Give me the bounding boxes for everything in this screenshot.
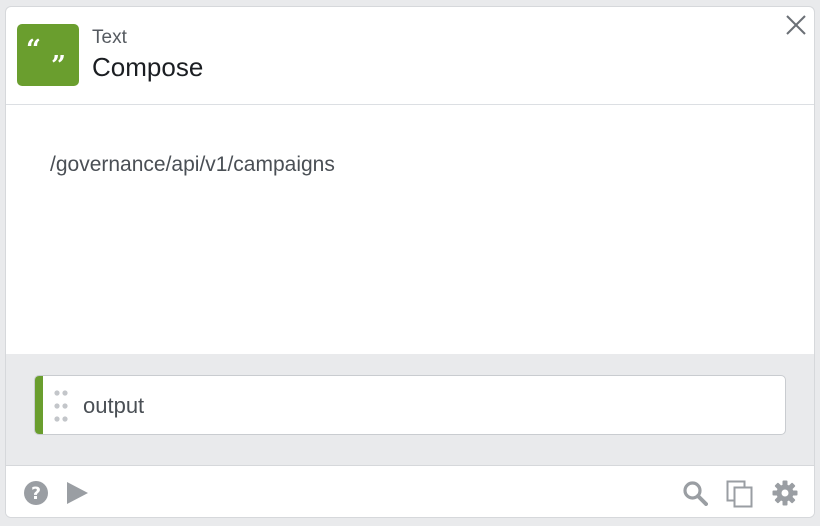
compose-card: “ ” Text Compose /governance/api/v1/camp… — [5, 6, 815, 518]
output-token[interactable]: output — [34, 375, 786, 435]
quote-marks-icon: “ ” — [17, 24, 79, 86]
step-title: Compose — [92, 52, 204, 82]
search-icon[interactable] — [682, 480, 708, 506]
output-label: output — [83, 393, 145, 418]
close-icon[interactable] — [784, 13, 808, 37]
svg-text:”: ” — [51, 51, 66, 81]
card-footer: ? — [6, 466, 814, 517]
gear-icon[interactable] — [772, 480, 798, 506]
output-accent-bar — [35, 376, 43, 434]
card-header: “ ” Text Compose — [6, 7, 814, 105]
help-icon[interactable]: ? — [23, 480, 49, 506]
svg-text:?: ? — [31, 484, 41, 504]
copy-icon[interactable] — [726, 480, 753, 508]
svg-text:“: “ — [26, 35, 41, 65]
compose-text: /governance/api/v1/campaigns — [50, 153, 335, 176]
compose-body: /governance/api/v1/campaigns — [6, 105, 814, 354]
play-icon[interactable] — [64, 480, 90, 506]
step-category: Text — [92, 27, 127, 48]
output-section: output — [6, 354, 814, 466]
drag-handle-icon[interactable] — [53, 389, 69, 423]
